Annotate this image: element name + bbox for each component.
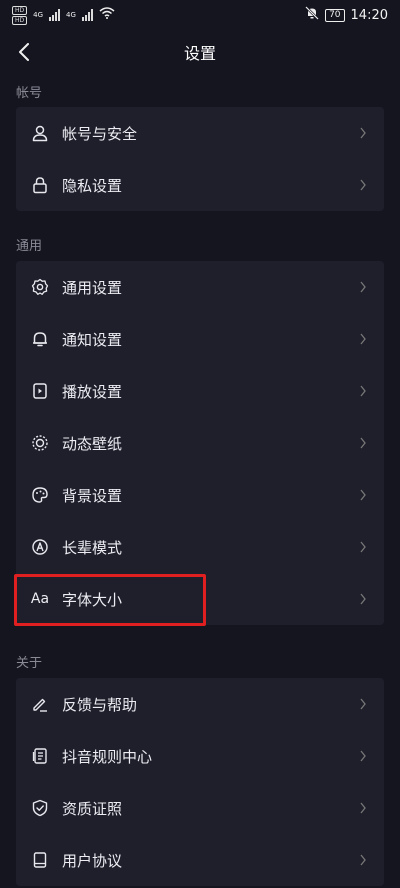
setting-label: 抖音规则中心 [62,747,153,766]
setting-live-wallpaper[interactable]: 动态壁纸 [16,417,384,469]
gear-icon [30,277,50,297]
chevron-right-icon [356,697,370,711]
chevron-right-icon [356,384,370,398]
setting-label: 字体大小 [62,590,123,609]
document-icon [30,746,50,766]
section-label-general: 通用 [16,239,43,254]
setting-label: 反馈与帮助 [62,695,138,714]
user-icon [30,123,50,143]
setting-label: 资质证照 [62,799,123,818]
palette-icon [30,485,50,505]
setting-general[interactable]: 通用设置 [16,261,384,313]
chevron-right-icon [356,178,370,192]
group-general: 通用设置 通知设置 播放设置 动态壁纸 背景设置 长辈模式 Aa 字体大小 [16,261,384,625]
wallpaper-icon [30,433,50,453]
clock: 14:20 [350,7,388,23]
setting-label: 用户协议 [62,851,123,870]
setting-label: 通知设置 [62,330,123,349]
setting-label: 通用设置 [62,278,123,297]
group-account: 帐号与安全 隐私设置 [16,107,384,211]
edit-icon [30,694,50,714]
play-icon [30,381,50,401]
chevron-right-icon [356,332,370,346]
status-bar: HD HD 4G 4G 70 14:20 [0,0,400,30]
wifi-icon [99,7,115,23]
setting-playback[interactable]: 播放设置 [16,365,384,417]
setting-elder-mode[interactable]: 长辈模式 [16,521,384,573]
network-1-label: 4G [33,11,44,19]
chevron-right-icon [356,749,370,763]
chevron-right-icon [356,280,370,294]
setting-label: 动态壁纸 [62,434,123,453]
sim2-badge: HD [12,15,28,25]
status-right: 70 14:20 [305,6,388,24]
top-nav: 设置 [0,30,400,74]
sim1-badge: HD [12,5,28,15]
setting-feedback-help[interactable]: 反馈与帮助 [16,678,384,730]
setting-label: 隐私设置 [62,176,123,195]
setting-qualifications[interactable]: 资质证照 [16,782,384,834]
setting-font-size[interactable]: Aa 字体大小 [16,573,384,625]
chevron-right-icon [356,540,370,554]
setting-privacy[interactable]: 隐私设置 [16,159,384,211]
signal-1-icon [49,9,61,21]
setting-label: 长辈模式 [62,538,123,557]
chevron-right-icon [356,853,370,867]
section-label-account: 帐号 [16,86,43,101]
chevron-right-icon [356,126,370,140]
sim-indicators: HD HD [12,5,28,25]
setting-notifications[interactable]: 通知设置 [16,313,384,365]
page-title: 设置 [183,44,216,63]
chevron-right-icon [356,436,370,450]
setting-rules-center[interactable]: 抖音规则中心 [16,730,384,782]
setting-label: 背景设置 [62,486,123,505]
battery-icon: 70 [325,8,345,22]
setting-user-agreement[interactable]: 用户协议 [16,834,384,886]
back-button[interactable] [8,36,40,68]
bell-icon [30,329,50,349]
setting-account-security[interactable]: 帐号与安全 [16,107,384,159]
network-2-label: 4G [66,11,76,19]
signal-2-icon [81,9,93,21]
lock-icon [30,175,50,195]
setting-label: 播放设置 [62,382,123,401]
group-about: 反馈与帮助 抖音规则中心 资质证照 用户协议 [16,678,384,886]
chevron-right-icon [356,592,370,606]
setting-background[interactable]: 背景设置 [16,469,384,521]
elder-mode-icon [30,537,50,557]
font-size-icon-text: Aa [30,591,50,607]
chevron-right-icon [356,801,370,815]
chevron-right-icon [356,488,370,502]
font-size-icon: Aa [30,589,50,609]
mute-bell-icon [305,6,319,24]
book-icon [30,850,50,870]
setting-label: 帐号与安全 [62,124,138,143]
status-left: HD HD 4G 4G [12,5,115,25]
section-label-about: 关于 [16,656,43,671]
shield-check-icon [30,798,50,818]
back-arrow-icon [19,43,29,61]
